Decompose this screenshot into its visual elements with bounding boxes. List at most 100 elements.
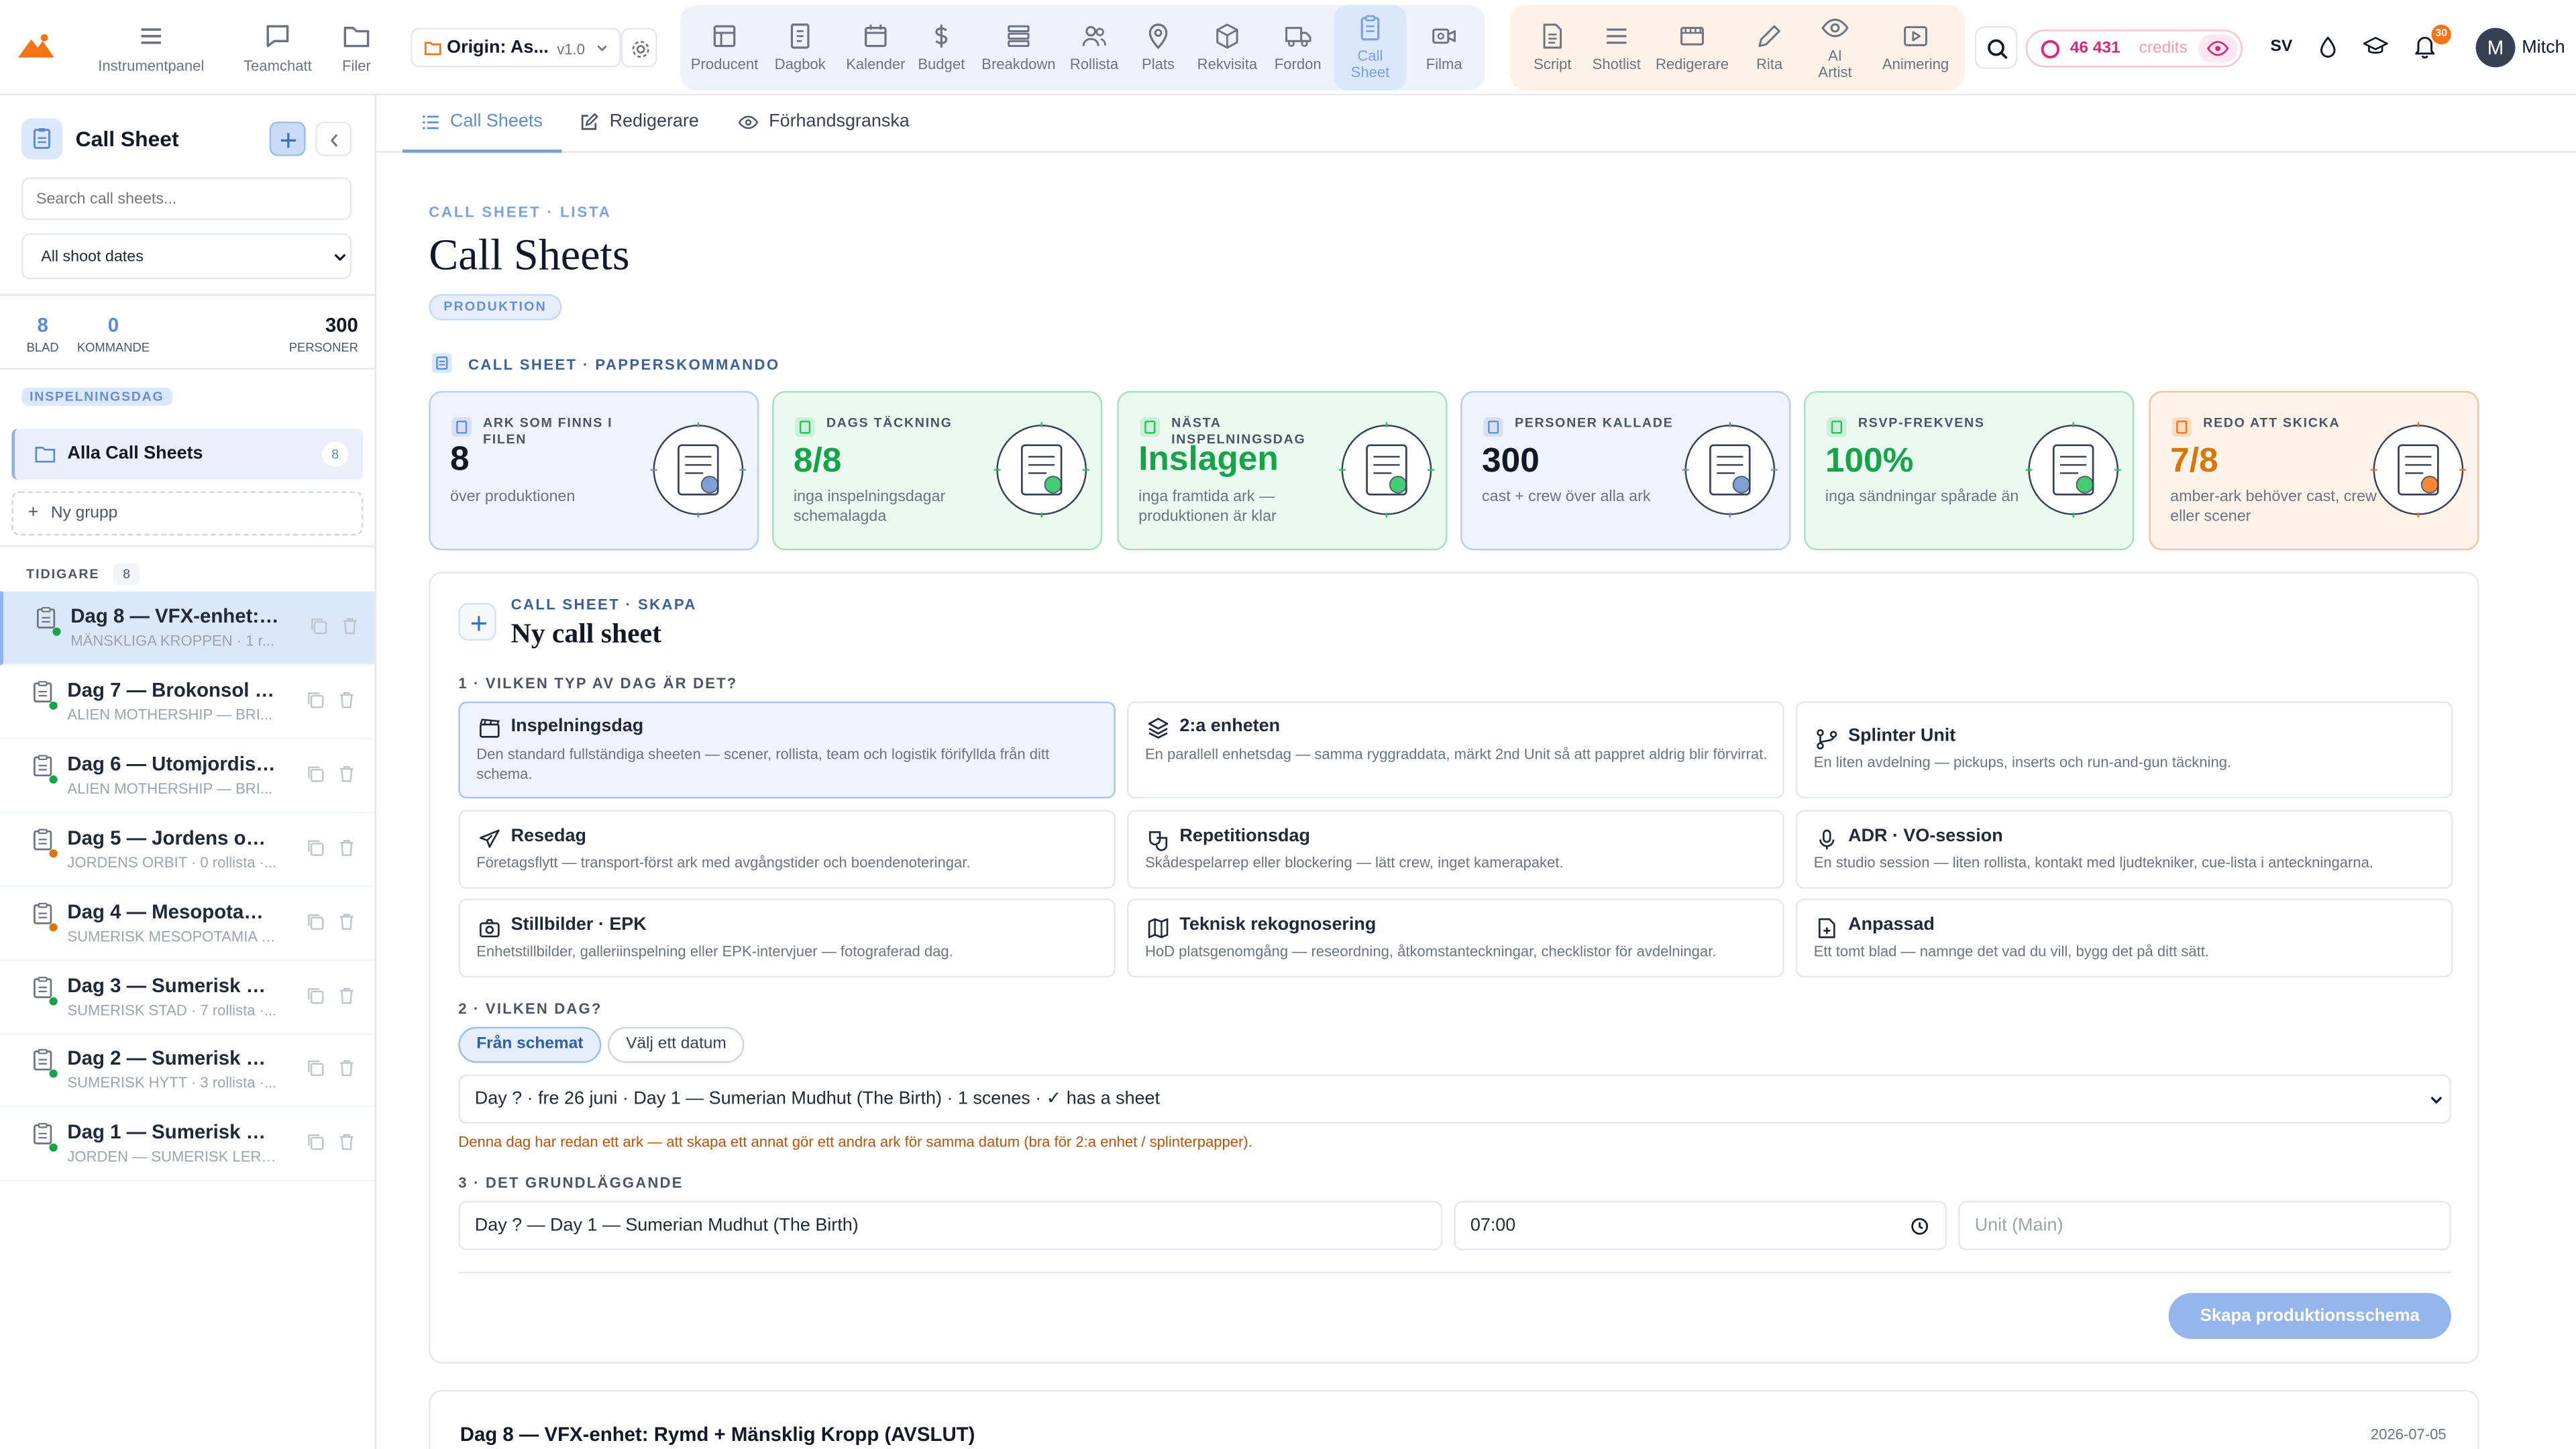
- trash-icon[interactable]: [337, 1132, 356, 1152]
- clipboard-icon: [34, 902, 52, 924]
- duplicate-icon[interactable]: [306, 1132, 325, 1152]
- trash-icon[interactable]: [337, 911, 356, 930]
- sidebar-item-call-sheet[interactable]: Dag 5 — Jordens omlo... JORDENS ORBIT · 0…: [0, 812, 375, 887]
- collapse-sidebar-button[interactable]: [315, 121, 352, 156]
- tab-label: Call Sheets: [450, 111, 543, 131]
- tool-budget[interactable]: Budget: [904, 5, 979, 90]
- box-icon: [1216, 23, 1238, 49]
- clipboard-icon: [34, 975, 52, 998]
- duplicate-icon[interactable]: [306, 1059, 325, 1078]
- recent-sheet-card[interactable]: Dag 8 — VFX-enhet: Rymd + Mänsklig Kropp…: [429, 1389, 2479, 1449]
- day-type-description: En parallell enhetsdag — samma ryggradda…: [1144, 745, 1768, 763]
- day-type-option[interactable]: Inspelningsdag Den standard fullständiga …: [458, 701, 1116, 799]
- clock-icon[interactable]: [1911, 1218, 1929, 1236]
- sidebar-item-call-sheet[interactable]: Dag 4 — Mesopotami... SUMERISK MESOPOTAMI…: [0, 886, 375, 961]
- language-switch[interactable]: SV: [2271, 38, 2293, 56]
- sidebar-item-call-sheet[interactable]: Dag 2 — Sumerisk Hy... SUMERISK HYTT · 3 …: [0, 1034, 375, 1108]
- sidebar-item-call-sheet[interactable]: Dag 1 — Sumerisk Ler... JORDEN — SUMERISK…: [0, 1108, 375, 1182]
- project-selector[interactable]: Origin: As... v1.0: [411, 28, 621, 68]
- clipboard-icon: [1360, 15, 1380, 41]
- tool-filma[interactable]: Filma: [1406, 5, 1482, 90]
- tool-producent[interactable]: Producent: [687, 5, 763, 90]
- tool-shotlist[interactable]: Shotlist: [1578, 5, 1654, 90]
- document-icon: [1543, 23, 1562, 49]
- day-type-option[interactable]: Anpassad Ett tomt blad — namnge det vad d…: [1795, 898, 2453, 978]
- call-time-input[interactable]: 07:00: [1454, 1201, 1947, 1250]
- add-call-sheet-button[interactable]: [269, 121, 306, 156]
- duplicate-icon[interactable]: [306, 985, 325, 1004]
- trash-icon[interactable]: [337, 690, 356, 709]
- new-group-button[interactable]: + Ny grupp: [11, 491, 364, 536]
- project-settings-button[interactable]: [621, 28, 657, 68]
- from-schedule-toggle[interactable]: Från schemat: [458, 1026, 602, 1063]
- tool-fordon[interactable]: Fordon: [1260, 5, 1336, 90]
- tool-breakdown[interactable]: Breakdown: [981, 5, 1057, 90]
- trash-icon[interactable]: [340, 616, 360, 635]
- tab-editor[interactable]: Redigerare: [580, 95, 718, 153]
- date-filter-select[interactable]: All shoot dates: [21, 233, 352, 280]
- day-type-option[interactable]: Splinter Unit En liten avdelning — pickup…: [1795, 701, 2453, 799]
- droplet-icon[interactable]: [2318, 36, 2338, 59]
- mic-icon: [1819, 829, 1835, 850]
- day-type-option[interactable]: Stillbilder · EPK Enhetstillbilder, galle…: [458, 898, 1116, 978]
- sidebar-item-call-sheet[interactable]: Dag 8 — VFX-enhet: R... MÄNSKLIGA KROPPEN…: [0, 591, 375, 665]
- duplicate-icon[interactable]: [309, 616, 328, 635]
- tab-call-sheets[interactable]: Call Sheets: [402, 95, 562, 153]
- stat-label: ARK SOM FINNS I FILEN: [483, 415, 613, 447]
- duplicate-icon[interactable]: [306, 837, 325, 857]
- trash-icon[interactable]: [337, 837, 356, 857]
- tool-plats[interactable]: Plats: [1120, 5, 1196, 90]
- credits-view-button[interactable]: [2198, 34, 2238, 63]
- sheet-name-input[interactable]: Day ? — Day 1 — Sumerian Mudhut (The Bir…: [458, 1201, 1443, 1250]
- tool-rita[interactable]: Rita: [1731, 5, 1807, 90]
- duplicate-icon[interactable]: [306, 690, 325, 709]
- paper-command-label: CALL SHEET · PAPPERSKOMMANDO: [468, 356, 780, 373]
- nav-files[interactable]: Filer: [329, 0, 384, 95]
- sidebar-item-call-sheet[interactable]: Dag 6 — Utomjordisk ... ALIEN MOTHERSHIP …: [0, 739, 375, 813]
- day-type-option[interactable]: ADR · VO-session En studio session — lite…: [1795, 810, 2453, 889]
- nav-teamchat[interactable]: Teamchatt: [231, 0, 323, 95]
- tool-animering[interactable]: Animering: [1874, 5, 1956, 90]
- create-schedule-button[interactable]: Skapa produktionsschema: [2168, 1293, 2451, 1339]
- existing-sheet-warning: Denna dag har redan ett ark — att skapa …: [458, 1133, 1252, 1150]
- duplicate-icon[interactable]: [306, 911, 325, 930]
- tab-preview[interactable]: Förhandsgranska: [738, 95, 925, 153]
- tool-dagbok[interactable]: Dagbok: [762, 5, 838, 90]
- trash-icon[interactable]: [337, 1059, 356, 1078]
- trash-icon[interactable]: [337, 985, 356, 1004]
- graduation-cap-icon[interactable]: [2363, 36, 2389, 58]
- paper-icon: [432, 353, 452, 373]
- nav-dashboard[interactable]: Instrumentpanel: [85, 0, 217, 95]
- day-type-option[interactable]: Repetitionsdag Skådespelarrep eller block…: [1127, 810, 1784, 889]
- duplicate-icon[interactable]: [306, 763, 325, 783]
- sidebar-item-all-call-sheets[interactable]: Alla Call Sheets 8: [11, 429, 364, 480]
- trash-icon[interactable]: [337, 763, 356, 783]
- tool-redigerare[interactable]: Redigerare: [1654, 5, 1730, 90]
- tool-ai-artist[interactable]: AI Artist: [1797, 5, 1873, 90]
- stat-people: 300 PERSONER: [288, 313, 358, 355]
- tool-label: Rekvisita: [1197, 56, 1258, 72]
- app-logo[interactable]: [16, 32, 56, 61]
- credits-pill[interactable]: 46 431 credits: [2025, 30, 2243, 68]
- search-button[interactable]: [1974, 26, 2018, 69]
- unit-input[interactable]: Unit (Main): [1958, 1201, 2451, 1250]
- tool-kalender[interactable]: Kalender: [838, 5, 914, 90]
- calendar-icon: [865, 24, 887, 48]
- sidebar: Call Sheet All shoot dates 8 BLAD 0 KOMM…: [0, 95, 376, 1449]
- day-type-description: En liten avdelning — pickups, inserts oc…: [1813, 754, 2232, 771]
- day-type-option[interactable]: Teknisk rekognosering HoD platsgenomgång …: [1127, 898, 1784, 978]
- avatar[interactable]: M: [2475, 28, 2516, 68]
- day-type-description: HoD platsgenomgång — reseordning, åtkoms…: [1144, 943, 1717, 960]
- tool-rekvisita[interactable]: Rekvisita: [1189, 5, 1265, 90]
- sidebar-item-call-sheet[interactable]: Dag 3 — Sumerisk Sta... SUMERISK STAD · 7…: [0, 960, 375, 1034]
- tool-call-sheet[interactable]: Call Sheet: [1334, 5, 1407, 91]
- search-input[interactable]: [21, 177, 352, 221]
- day-select[interactable]: Day ? · fre 26 juni · Day 1 — Sumerian M…: [458, 1074, 2451, 1124]
- pick-date-toggle[interactable]: Välj ett datum: [608, 1026, 745, 1063]
- day-type-option[interactable]: 2:a enheten En parallell enhetsdag — samm…: [1127, 701, 1784, 799]
- sidebar-item-call-sheet[interactable]: Dag 7 — Brokonsol ("... ALIEN MOTHERSHIP …: [0, 665, 375, 739]
- user-name[interactable]: Mitch: [2522, 38, 2565, 57]
- stat-card: PERSONER KALLADE 300 cast + crew över alla…: [1460, 390, 1791, 551]
- eye-icon: [1821, 19, 1849, 38]
- day-type-option[interactable]: Resedag Företagsflytt — transport-först a…: [458, 810, 1116, 889]
